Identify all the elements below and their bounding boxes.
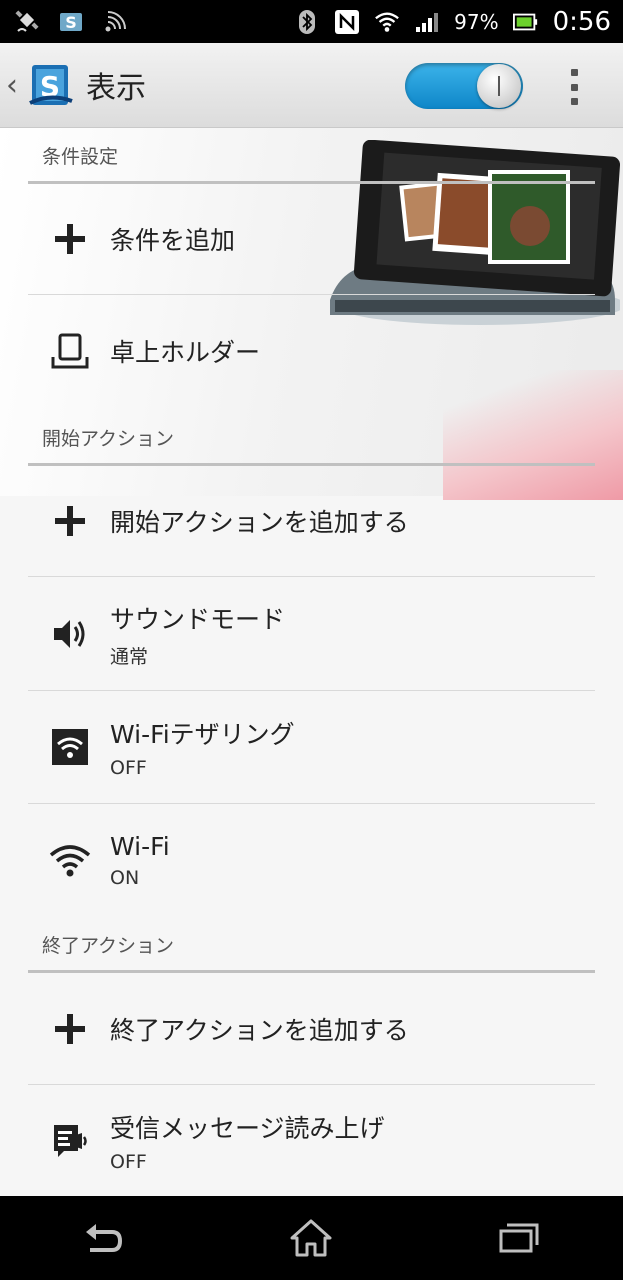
add-start-action-row[interactable]: 開始アクションを追加する bbox=[28, 465, 595, 577]
battery-icon bbox=[512, 9, 539, 35]
sound-mode-value: 通常 bbox=[110, 645, 149, 668]
action-bar: ‹ S 表示 bbox=[0, 43, 623, 128]
wifi-tethering-value: OFF bbox=[110, 757, 147, 779]
wifi-label: Wi-Fi bbox=[110, 832, 170, 861]
wifi-value: ON bbox=[110, 867, 140, 889]
add-start-action-label: 開始アクションを追加する bbox=[110, 507, 409, 537]
wifi-icon bbox=[374, 9, 400, 35]
condition-item-desk-holder[interactable]: 卓上ホルダー bbox=[28, 295, 595, 407]
add-end-action-label: 終了アクションを追加する bbox=[110, 1015, 409, 1045]
bluetooth-icon bbox=[294, 9, 320, 35]
desk-holder-icon bbox=[48, 329, 92, 373]
message-readout-value: OFF bbox=[110, 1151, 147, 1173]
add-condition-label: 条件を追加 bbox=[110, 225, 236, 255]
speaker-icon bbox=[48, 612, 92, 656]
page-title: 表示 bbox=[86, 71, 146, 106]
section-header-start-actions: 開始アクション bbox=[28, 424, 595, 466]
wifi-icon bbox=[48, 839, 92, 883]
start-action-wifi-tethering[interactable]: Wi-Fiテザリング OFF bbox=[28, 691, 595, 804]
cell-signal-icon bbox=[414, 9, 440, 35]
start-action-wifi[interactable]: Wi-Fi ON bbox=[28, 804, 595, 917]
svg-text:S: S bbox=[65, 13, 77, 32]
message-readout-icon bbox=[48, 1119, 92, 1163]
app-logo-icon[interactable]: S bbox=[28, 59, 74, 111]
status-bar: S 97% 0:56 bbox=[0, 0, 623, 43]
section-header-conditions: 条件設定 bbox=[28, 142, 595, 184]
profile-toggle[interactable] bbox=[405, 63, 523, 109]
back-icon[interactable] bbox=[74, 1213, 134, 1263]
signal-broadcast-icon bbox=[102, 9, 128, 35]
start-action-sound-mode[interactable]: サウンドモード 通常 bbox=[28, 578, 595, 691]
add-end-action-row[interactable]: 終了アクションを追加する bbox=[28, 973, 595, 1085]
clock: 0:56 bbox=[552, 6, 611, 37]
end-action-message-readout[interactable]: 受信メッセージ読み上げ OFF bbox=[28, 1086, 595, 1196]
navigation-bar bbox=[0, 1196, 623, 1280]
nfc-icon bbox=[334, 9, 360, 35]
recent-apps-icon[interactable] bbox=[489, 1213, 549, 1263]
wifi-tethering-label: Wi-Fiテザリング bbox=[110, 720, 295, 749]
satellite-icon bbox=[14, 9, 40, 35]
section-header-end-actions: 終了アクション bbox=[28, 931, 595, 973]
plus-icon bbox=[48, 217, 92, 261]
sound-mode-label: サウンドモード bbox=[110, 604, 286, 634]
plus-icon bbox=[48, 1007, 92, 1051]
plus-icon bbox=[48, 499, 92, 543]
home-icon[interactable] bbox=[281, 1213, 341, 1263]
add-condition-row[interactable]: 条件を追加 bbox=[28, 183, 595, 295]
overflow-menu-icon[interactable] bbox=[562, 69, 586, 105]
settings-list[interactable]: 条件設定 条件を追加 卓上ホルダー 開始アクション 開始アクションを追加する サ… bbox=[0, 128, 623, 1196]
app-s-icon: S bbox=[58, 9, 84, 35]
toggle-knob[interactable] bbox=[477, 64, 521, 108]
back-chevron-icon[interactable]: ‹ bbox=[6, 68, 26, 103]
wifi-tethering-icon bbox=[48, 725, 92, 769]
condition-item-label: 卓上ホルダー bbox=[110, 338, 261, 367]
battery-percent: 97% bbox=[454, 9, 499, 34]
message-readout-label: 受信メッセージ読み上げ bbox=[110, 1114, 385, 1143]
